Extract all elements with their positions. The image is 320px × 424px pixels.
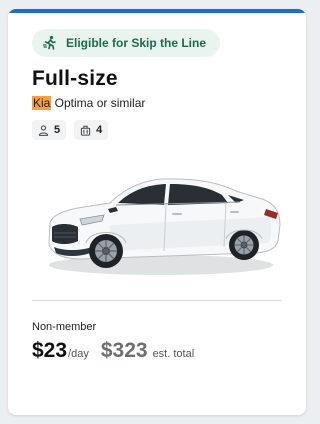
car-class-title: Full-size xyxy=(32,67,118,90)
passenger-count: 5 xyxy=(54,124,61,136)
total-price-unit: est. total xyxy=(152,348,195,360)
car-features: 5 4 xyxy=(32,120,109,140)
car-brand: Kia xyxy=(32,96,52,110)
running-person-icon xyxy=(42,35,56,50)
car-model-subtitle: Kia Optima or similar xyxy=(32,96,145,110)
luggage-capacity: 4 xyxy=(74,120,109,140)
member-type-label: Non-member xyxy=(32,321,97,333)
price-divider xyxy=(32,300,282,301)
passenger-capacity: 5 xyxy=(32,120,67,140)
car-model: Optima or similar xyxy=(51,96,146,110)
skip-the-line-badge: Eligible for Skip the Line xyxy=(32,29,221,57)
person-icon xyxy=(38,124,49,136)
car-image xyxy=(40,169,282,285)
white-sedan-car-image xyxy=(48,178,281,275)
daily-price: $23 xyxy=(32,339,68,362)
daily-price-unit: /day xyxy=(68,348,89,360)
luggage-count: 4 xyxy=(96,124,103,136)
badge-label: Eligible for Skip the Line xyxy=(66,36,207,50)
car-class-card[interactable]: Eligible for Skip the Line Full-size Kia… xyxy=(8,9,306,415)
card-accent-bar xyxy=(8,9,306,13)
luggage-icon xyxy=(80,125,91,136)
total-price: $323 xyxy=(100,339,148,362)
price-row: $23 /day $323 est. total xyxy=(32,339,194,363)
